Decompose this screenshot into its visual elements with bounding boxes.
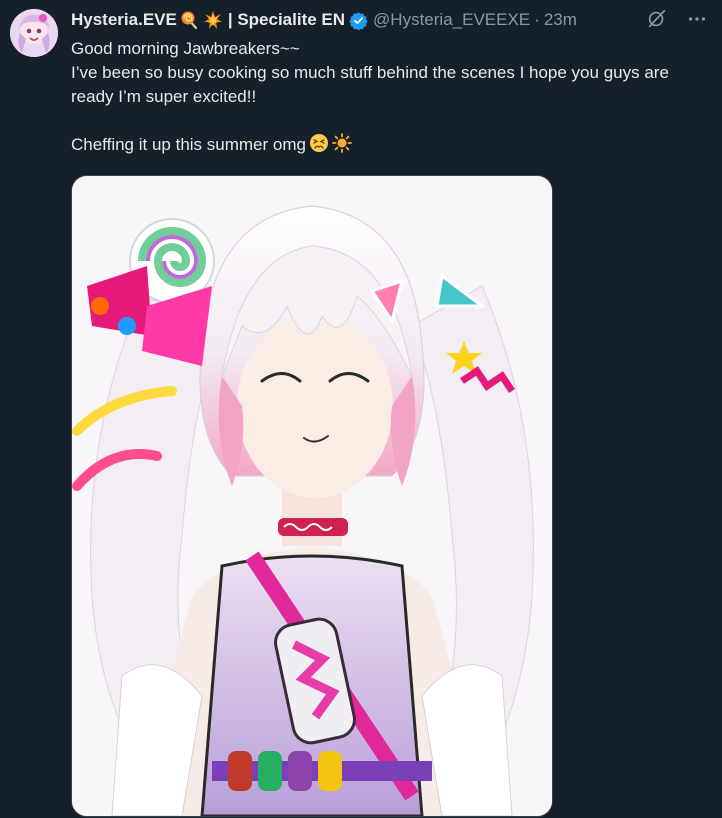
tweet-actions bbox=[646, 8, 708, 30]
more-icon[interactable] bbox=[686, 8, 708, 30]
tweet-line: Good morning Jawbreakers~~ bbox=[71, 39, 300, 58]
handle[interactable]: @Hysteria_EVEEXE bbox=[373, 10, 530, 30]
grok-icon[interactable] bbox=[646, 8, 668, 30]
persevering-face-icon bbox=[309, 133, 329, 153]
timestamp[interactable]: 23m bbox=[544, 10, 577, 30]
tweet-header: Hysteria.EVE | Specialite EN @Hysteria_E… bbox=[71, 9, 722, 31]
tweet-line: I’ve been so busy cooking so much stuff … bbox=[71, 63, 669, 106]
verified-badge-icon bbox=[349, 11, 368, 31]
avatar[interactable] bbox=[10, 9, 58, 57]
tweet: Hysteria.EVE | Specialite EN @Hysteria_E… bbox=[0, 0, 722, 818]
display-name[interactable]: Hysteria.EVE bbox=[71, 10, 177, 30]
tweet-image[interactable] bbox=[71, 175, 553, 817]
tweet-line-last: Cheffing it up this summer omg bbox=[71, 133, 711, 157]
collision-icon bbox=[203, 10, 223, 30]
sun-icon bbox=[332, 133, 352, 153]
display-name-suffix[interactable]: | Specialite EN bbox=[228, 10, 345, 30]
tweet-line-text: Cheffing it up this summer omg bbox=[71, 135, 306, 154]
tweet-text: Good morning Jawbreakers~~ I’ve been so … bbox=[71, 37, 711, 157]
separator-dot: · bbox=[534, 10, 540, 29]
lollipop-icon bbox=[180, 10, 200, 30]
